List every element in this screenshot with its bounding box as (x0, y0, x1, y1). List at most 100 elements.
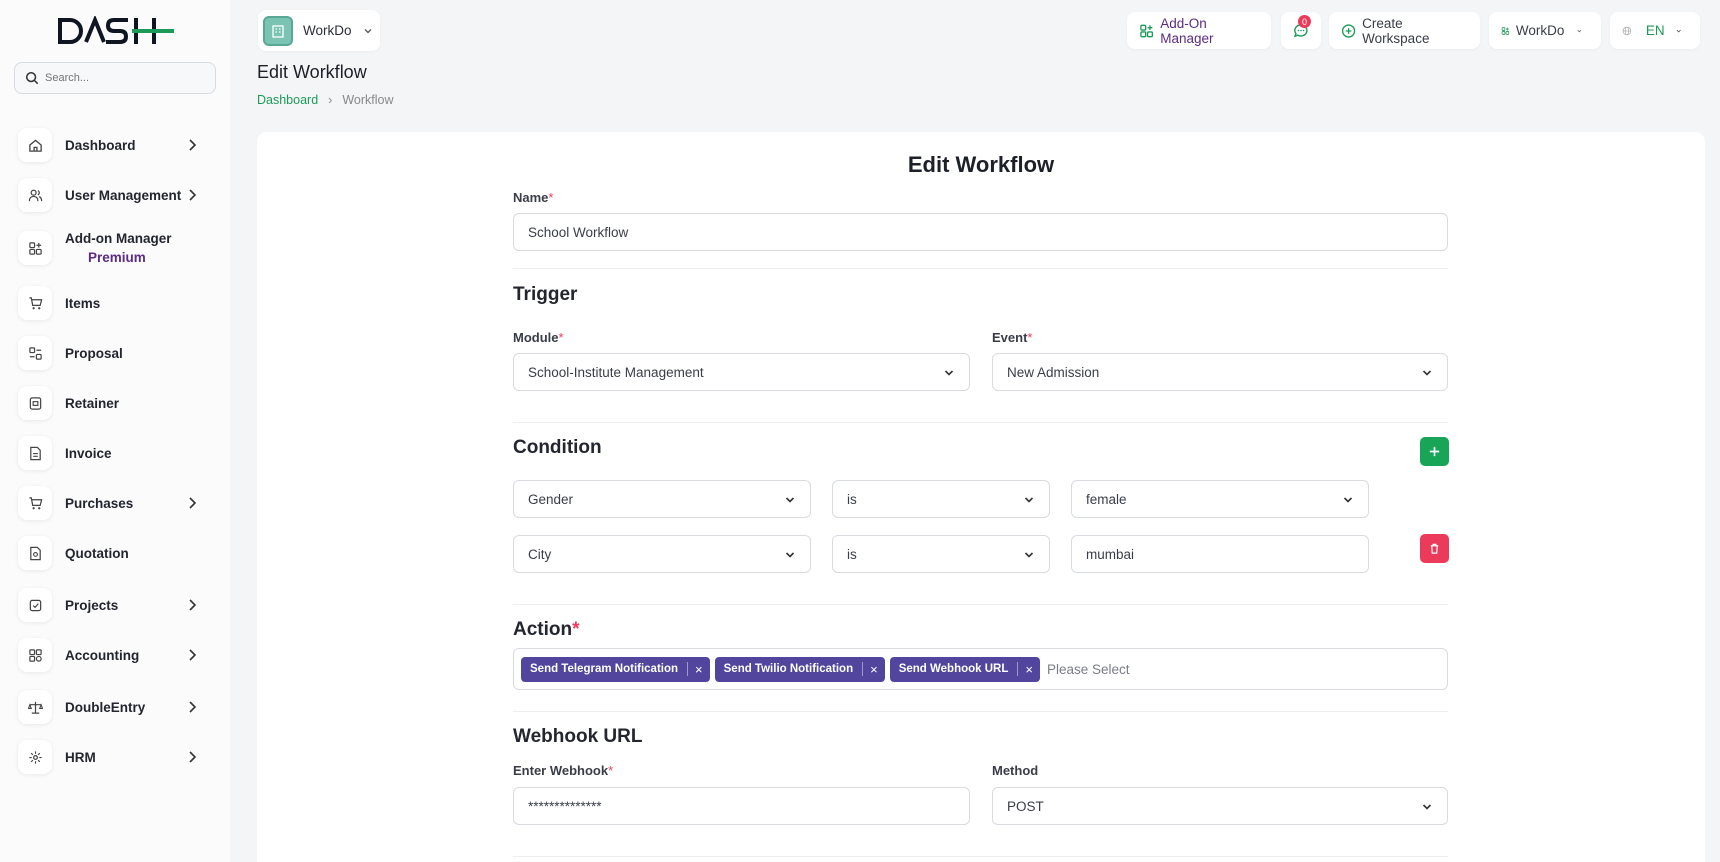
sidebar-item-accounting[interactable]: Accounting (18, 635, 214, 675)
sidebar-item-proposal[interactable]: Proposal (18, 333, 214, 373)
workspace-switcher[interactable]: WorkDo (258, 10, 380, 51)
search-icon (25, 71, 39, 85)
form-title: Edit Workflow (907, 152, 1055, 177)
sidebar-item-quotation[interactable]: Quotation (18, 533, 214, 573)
remove-tag-icon[interactable]: × (1017, 662, 1040, 677)
condition-operator-select[interactable]: is (832, 480, 1050, 518)
addon-grid-icon (1140, 24, 1154, 37)
sidebar-item-label: Accounting (65, 647, 140, 663)
chevron-right-icon (189, 139, 197, 151)
condition-value: female (1086, 491, 1127, 507)
chevron-right-icon (189, 599, 197, 611)
language-label: EN (1645, 23, 1665, 38)
addon-manager-button[interactable]: Add-On Manager (1127, 12, 1271, 49)
condition-value-select[interactable]: female (1071, 480, 1369, 518)
search-input[interactable] (45, 72, 205, 84)
condition-operator-select[interactable]: is (832, 535, 1050, 573)
module-value: School-Institute Management (528, 364, 704, 380)
sidebar-item-label: Dashboard (65, 137, 136, 153)
trash-icon (1430, 543, 1439, 554)
action-tag: Send Twilio Notification × (714, 656, 885, 682)
sidebar-item-purchases[interactable]: Purchases (18, 483, 214, 523)
chevron-down-icon (1343, 497, 1353, 503)
delete-condition-button[interactable] (1420, 534, 1449, 563)
sidebar-item-label: User Management (65, 187, 182, 203)
webhook-input[interactable]: ************** (513, 787, 970, 825)
scale-icon (18, 690, 52, 724)
module-select[interactable]: School-Institute Management (513, 353, 970, 391)
condition-operator-value: is (847, 491, 857, 507)
condition-field-value: Gender (528, 491, 574, 507)
name-input[interactable]: School Workflow (513, 213, 1448, 251)
chevron-right-icon (189, 751, 197, 763)
sidebar-item-label: Invoice (65, 445, 112, 461)
chevron-down-icon (1024, 497, 1034, 503)
workspace-menu-button[interactable]: WorkDo (1489, 12, 1601, 49)
retainer-icon (18, 386, 52, 420)
create-workspace-button[interactable]: Create Workspace (1329, 12, 1480, 49)
condition-field-select[interactable]: Gender (513, 480, 811, 518)
webhook-label: Enter Webhook* (513, 763, 614, 778)
chevron-right-icon (189, 497, 197, 509)
condition-field-select[interactable]: City (513, 535, 811, 573)
users-icon (18, 178, 52, 212)
remove-tag-icon[interactable]: × (862, 662, 885, 677)
divider (513, 604, 1448, 605)
condition-value-input[interactable]: mumbai (1071, 535, 1369, 573)
sidebar-item-label: Add-on Manager (65, 230, 172, 246)
create-workspace-label: Create Workspace (1362, 15, 1430, 46)
method-label: Method (992, 763, 1039, 778)
chevron-down-icon (785, 497, 795, 503)
search-box[interactable] (14, 62, 216, 94)
method-select[interactable]: POST (992, 787, 1448, 825)
chevron-down-icon (364, 28, 371, 33)
action-tag: Send Webhook URL × (889, 656, 1040, 682)
language-button[interactable]: EN (1610, 12, 1700, 49)
sidebar-item-label: Quotation (65, 545, 129, 561)
sidebar-item-label: DoubleEntry (65, 699, 146, 715)
sidebar-item-doubleentry[interactable]: DoubleEntry (18, 687, 214, 727)
breadcrumb: Dashboard › Workflow (257, 93, 394, 107)
event-label: Event* (992, 330, 1033, 345)
addon-manager-label: Add-On Manager (1160, 15, 1214, 46)
sidebar-item-label: Purchases (65, 495, 134, 511)
sidebar-item-label: Projects (65, 597, 119, 613)
messages-button[interactable]: 0 (1281, 12, 1321, 49)
projects-icon (18, 588, 52, 622)
quotation-icon (18, 536, 52, 570)
workspace-menu-label: WorkDo (1515, 23, 1565, 38)
divider (513, 711, 1448, 712)
hrm-icon (18, 740, 52, 774)
sidebar-item-projects[interactable]: Projects (18, 585, 214, 625)
event-value: New Admission (1007, 364, 1100, 380)
chevron-right-icon (189, 701, 197, 713)
chevron-right-icon (189, 189, 197, 201)
condition-field-value: City (528, 546, 552, 562)
chevron-down-icon (1422, 804, 1432, 810)
sidebar-item-user-management[interactable]: User Management (18, 175, 214, 215)
chevron-down-icon (1577, 29, 1582, 32)
action-placeholder[interactable]: Please Select (1047, 662, 1130, 677)
remove-tag-icon[interactable]: × (687, 662, 710, 677)
plus-icon (1429, 446, 1440, 457)
action-multiselect[interactable]: Send Telegram Notification × Send Twilio … (513, 648, 1448, 690)
chevron-down-icon (944, 370, 954, 376)
breadcrumb-dashboard-link[interactable]: Dashboard (257, 93, 318, 107)
chevron-down-icon (1024, 552, 1034, 558)
add-condition-button[interactable] (1420, 437, 1449, 466)
addon-grid-icon (18, 231, 52, 265)
action-tag: Send Telegram Notification × (521, 656, 710, 682)
plus-circle-icon (1341, 23, 1356, 38)
sidebar-item-dashboard[interactable]: Dashboard (18, 125, 214, 165)
name-label: Name* (513, 190, 554, 205)
event-select[interactable]: New Admission (992, 353, 1448, 391)
sidebar-item-items[interactable]: Items (18, 283, 214, 323)
sidebar-item-hrm[interactable]: HRM (18, 737, 214, 777)
sidebar-item-retainer[interactable]: Retainer (18, 383, 214, 423)
dash-logo[interactable] (58, 16, 176, 46)
chevron-down-icon (1676, 29, 1681, 32)
addon-grid-icon (1501, 26, 1510, 35)
webhook-heading: Webhook URL (513, 726, 643, 747)
sidebar-item-invoice[interactable]: Invoice (18, 433, 214, 473)
cart-icon (18, 286, 52, 320)
